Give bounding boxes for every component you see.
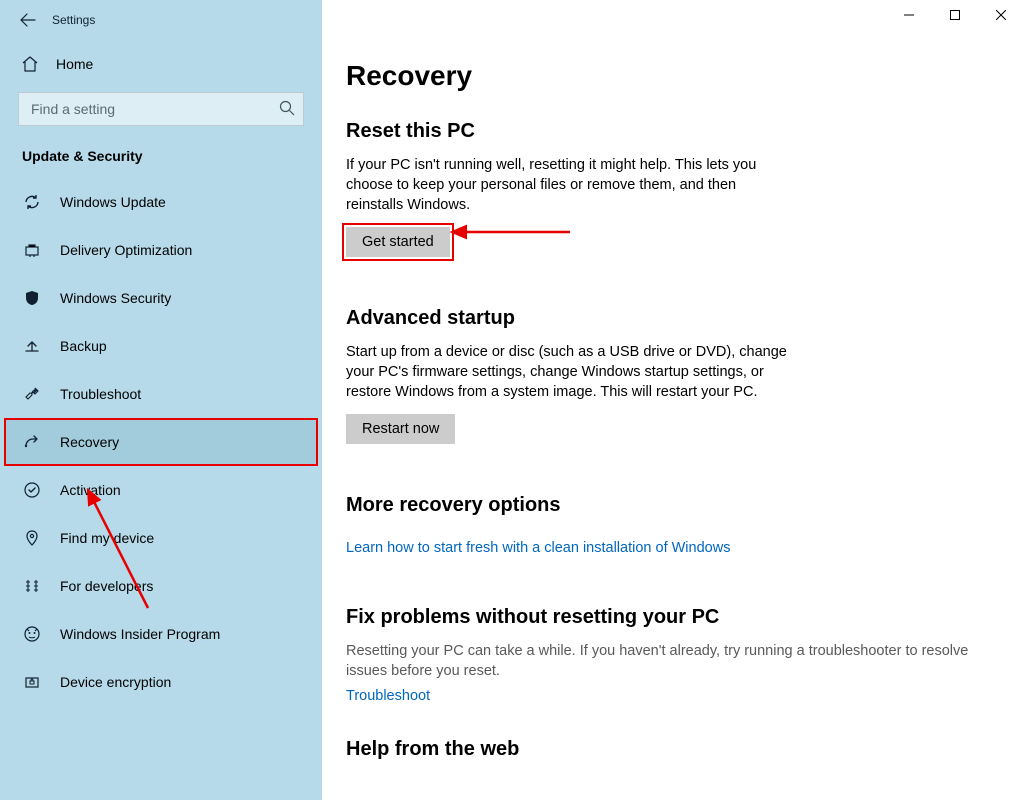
encryption-icon xyxy=(22,673,42,691)
sidebar-item-label: Troubleshoot xyxy=(60,386,141,402)
find-device-icon xyxy=(22,529,42,547)
maximize-icon xyxy=(950,10,960,20)
reset-body: If your PC isn't running well, resetting… xyxy=(346,155,796,215)
back-arrow-icon xyxy=(20,12,36,28)
sidebar-item-recovery[interactable]: Recovery xyxy=(4,418,318,466)
titlebar-left: Settings xyxy=(0,0,322,40)
window-title: Settings xyxy=(52,13,95,27)
more-options-heading: More recovery options xyxy=(346,494,998,517)
sidebar-item-for-developers[interactable]: For developers xyxy=(4,562,318,610)
titlebar-right xyxy=(322,0,1024,40)
sidebar-item-label: Find my device xyxy=(60,530,154,546)
backup-icon xyxy=(22,337,42,355)
content-pane: Recovery Reset this PC If your PC isn't … xyxy=(322,0,1024,800)
recovery-icon xyxy=(22,433,42,451)
fix-problems-body: Resetting your PC can take a while. If y… xyxy=(346,641,986,681)
back-button[interactable] xyxy=(12,4,44,36)
advanced-heading: Advanced startup xyxy=(346,307,998,330)
developers-icon xyxy=(22,577,42,595)
sidebar-item-delivery-optimization[interactable]: Delivery Optimization xyxy=(4,226,318,274)
sidebar-item-device-encryption[interactable]: Device encryption xyxy=(4,658,318,706)
sidebar-item-label: Backup xyxy=(60,338,107,354)
troubleshoot-link[interactable]: Troubleshoot xyxy=(346,688,430,704)
home-icon xyxy=(20,55,40,73)
close-button[interactable] xyxy=(978,0,1024,30)
advanced-body: Start up from a device or disc (such as … xyxy=(346,342,796,402)
sidebar-item-find-my-device[interactable]: Find my device xyxy=(4,514,318,562)
sidebar: Settings Home Update & Security Windows … xyxy=(0,0,322,800)
reset-heading: Reset this PC xyxy=(346,120,998,143)
shield-icon xyxy=(22,289,42,307)
restart-now-button[interactable]: Restart now xyxy=(346,414,455,444)
sidebar-item-label: Windows Insider Program xyxy=(60,626,220,642)
troubleshoot-icon xyxy=(22,385,42,403)
sidebar-item-label: Recovery xyxy=(60,434,119,450)
sync-icon xyxy=(22,193,42,211)
sidebar-item-troubleshoot[interactable]: Troubleshoot xyxy=(4,370,318,418)
sidebar-category: Update & Security xyxy=(4,126,318,178)
help-heading: Help from the web xyxy=(346,738,998,761)
search-input[interactable] xyxy=(18,92,304,126)
page-title: Recovery xyxy=(346,60,998,92)
sidebar-item-label: Windows Security xyxy=(60,290,171,306)
maximize-button[interactable] xyxy=(932,0,978,30)
fix-problems-heading: Fix problems without resetting your PC xyxy=(346,606,998,629)
sidebar-item-label: Windows Update xyxy=(60,194,166,210)
sidebar-home[interactable]: Home xyxy=(4,44,318,84)
sidebar-home-label: Home xyxy=(56,56,93,72)
sidebar-item-windows-security[interactable]: Windows Security xyxy=(4,274,318,322)
activation-icon xyxy=(22,481,42,499)
sidebar-item-windows-update[interactable]: Windows Update xyxy=(4,178,318,226)
sidebar-item-backup[interactable]: Backup xyxy=(4,322,318,370)
minimize-button[interactable] xyxy=(886,0,932,30)
sidebar-item-activation[interactable]: Activation xyxy=(4,466,318,514)
sidebar-item-label: Activation xyxy=(60,482,121,498)
start-fresh-link[interactable]: Learn how to start fresh with a clean in… xyxy=(346,540,730,556)
delivery-icon xyxy=(22,241,42,259)
sidebar-item-label: For developers xyxy=(60,578,153,594)
sidebar-item-label: Delivery Optimization xyxy=(60,242,192,258)
sidebar-item-windows-insider[interactable]: Windows Insider Program xyxy=(4,610,318,658)
insider-icon xyxy=(22,625,42,643)
get-started-button[interactable]: Get started xyxy=(346,227,450,257)
minimize-icon xyxy=(904,10,914,20)
close-icon xyxy=(996,10,1006,20)
sidebar-item-label: Device encryption xyxy=(60,674,171,690)
